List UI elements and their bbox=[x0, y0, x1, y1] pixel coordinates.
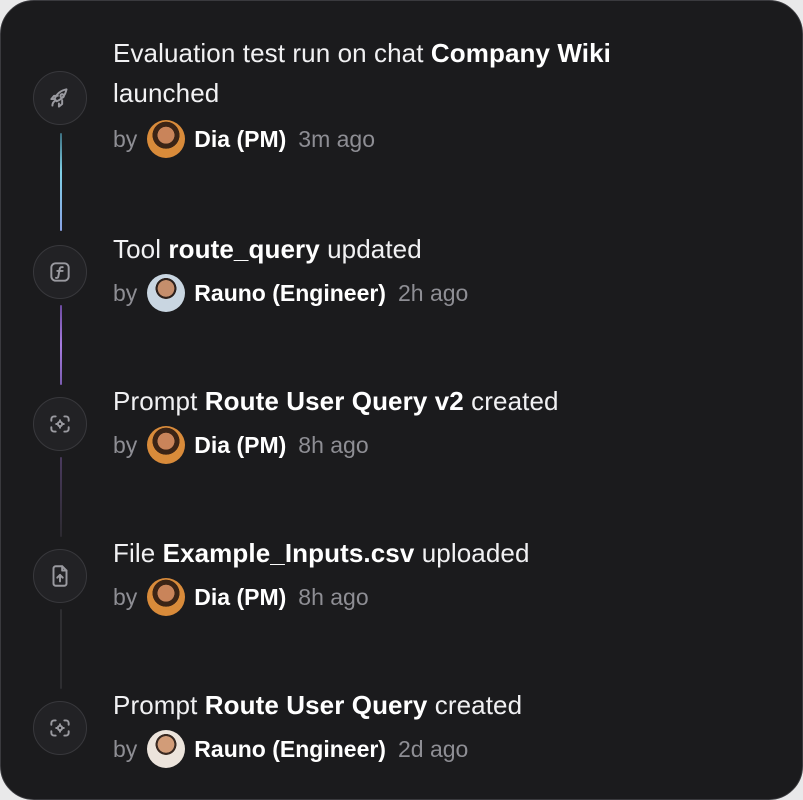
activity-meta: by Dia (PM) 8h ago bbox=[113, 425, 782, 465]
author-name[interactable]: Dia (PM) bbox=[194, 432, 286, 459]
avatar bbox=[147, 730, 186, 768]
avatar bbox=[147, 578, 186, 616]
activity-title: Prompt Route User Query created bbox=[113, 690, 523, 720]
activity-item[interactable]: File Example_Inputs.csv uploaded by Dia … bbox=[113, 533, 782, 617]
timestamp: 8h ago bbox=[298, 583, 369, 610]
timeline-connector bbox=[60, 133, 62, 231]
activity-feed-card: Evaluation test run on chat Company Wiki… bbox=[0, 0, 803, 800]
activity-subject[interactable]: Route User Query bbox=[205, 690, 428, 720]
avatar bbox=[147, 274, 186, 312]
timestamp: 8h ago bbox=[298, 431, 369, 458]
by-label: by bbox=[113, 279, 138, 306]
by-label: by bbox=[113, 125, 138, 152]
activity-subject[interactable]: Example_Inputs.csv bbox=[163, 538, 415, 568]
activity-subject[interactable]: Company Wiki bbox=[431, 38, 611, 68]
activity-title: Evaluation test run on chat Company Wiki… bbox=[113, 38, 611, 108]
timestamp: 2h ago bbox=[397, 279, 469, 306]
author-name[interactable]: Dia (PM) bbox=[194, 584, 286, 611]
rocket-icon bbox=[33, 71, 87, 125]
activity-item[interactable]: Prompt Route User Query created by Rauno… bbox=[113, 685, 782, 769]
author-name[interactable]: Rauno (Engineer) bbox=[194, 280, 386, 307]
by-label: by bbox=[113, 431, 138, 458]
prompt-icon bbox=[33, 397, 87, 451]
activity-meta: by Dia (PM) 8h ago bbox=[113, 577, 782, 617]
by-label: by bbox=[113, 583, 138, 610]
timestamp: 2d ago bbox=[397, 735, 469, 762]
activity-meta: by Rauno (Engineer) 2d ago bbox=[113, 729, 782, 769]
function-icon bbox=[33, 245, 87, 299]
timestamp: 3m ago bbox=[298, 125, 376, 152]
activity-title: Prompt Route User Query v2 created bbox=[113, 386, 559, 416]
timeline-connector bbox=[60, 305, 62, 385]
activity-title: File Example_Inputs.csv uploaded bbox=[113, 538, 530, 568]
author-name[interactable]: Dia (PM) bbox=[194, 126, 286, 153]
file-upload-icon bbox=[33, 549, 87, 603]
activity-item[interactable]: Prompt Route User Query v2 created by Di… bbox=[113, 381, 782, 465]
activity-subject[interactable]: route_query bbox=[168, 234, 319, 264]
avatar bbox=[147, 120, 186, 158]
timeline-connector bbox=[60, 609, 62, 689]
avatar bbox=[147, 426, 186, 464]
prompt-icon bbox=[33, 701, 87, 755]
author-name[interactable]: Rauno (Engineer) bbox=[194, 736, 386, 763]
activity-subject[interactable]: Route User Query v2 bbox=[205, 386, 464, 416]
activity-meta: by Dia (PM) 3m ago bbox=[113, 119, 782, 159]
activity-item[interactable]: Tool route_query updated by Rauno (Engin… bbox=[113, 229, 782, 313]
by-label: by bbox=[113, 735, 138, 762]
activity-meta: by Rauno (Engineer) 2h ago bbox=[113, 273, 782, 313]
activity-item[interactable]: Evaluation test run on chat Company Wiki… bbox=[113, 33, 782, 159]
activity-title: Tool route_query updated bbox=[113, 234, 422, 264]
timeline-connector bbox=[60, 457, 62, 537]
